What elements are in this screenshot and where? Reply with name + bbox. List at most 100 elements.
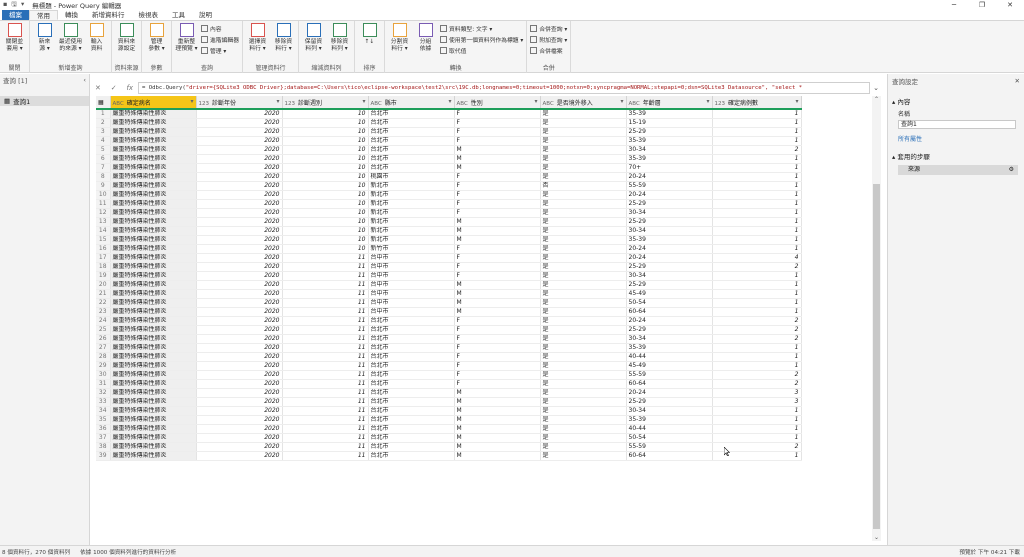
table-row[interactable]: 11 嚴重特殊傳染性肺炎 2020 10 新北市 F 是 25-29 1 <box>96 199 802 209</box>
table-cell[interactable]: 2 <box>712 316 802 326</box>
table-cell[interactable]: 10 <box>282 199 369 209</box>
table-cell[interactable]: 10 <box>282 172 369 182</box>
table-cell[interactable]: 10 <box>282 244 369 254</box>
table-cell[interactable]: F <box>454 262 541 272</box>
table-cell[interactable]: 嚴重特殊傳染性肺炎 <box>110 136 197 146</box>
table-cell[interactable]: 台北市 <box>368 145 455 155</box>
table-cell[interactable]: 4 <box>712 253 802 263</box>
table-cell[interactable]: 嚴重特殊傳染性肺炎 <box>110 433 197 443</box>
table-cell[interactable]: 2020 <box>196 235 283 245</box>
table-cell[interactable]: 20-24 <box>626 316 713 326</box>
table-cell[interactable]: 10 <box>282 145 369 155</box>
table-cell[interactable]: 嚴重特殊傳染性肺炎 <box>110 415 197 425</box>
table-cell[interactable]: 2020 <box>196 307 283 317</box>
table-row[interactable]: 12 嚴重特殊傳染性肺炎 2020 10 新北市 F 是 30-34 1 <box>96 208 802 218</box>
table-cell[interactable]: F <box>454 109 541 119</box>
table-row[interactable]: 27 嚴重特殊傳染性肺炎 2020 11 台北市 F 是 35-39 1 <box>96 343 802 353</box>
table-cell[interactable]: 2020 <box>196 433 283 443</box>
column-type-icon[interactable]: ABC <box>113 101 124 107</box>
applied-step[interactable]: 來源 ⚙ <box>898 165 1018 175</box>
table-cell[interactable]: 2020 <box>196 145 283 155</box>
table-row[interactable]: 5 嚴重特殊傳染性肺炎 2020 10 台北市 M 是 30-34 2 <box>96 145 802 155</box>
tab-home[interactable]: 常用 <box>29 10 58 20</box>
table-cell[interactable]: 嚴重特殊傳染性肺炎 <box>110 388 197 398</box>
table-cell[interactable]: F <box>454 379 541 389</box>
table-cell[interactable]: 20-24 <box>626 190 713 200</box>
table-cell[interactable]: 嚴重特殊傳染性肺炎 <box>110 163 197 173</box>
table-cell[interactable]: 11 <box>282 316 369 326</box>
table-cell[interactable]: 2020 <box>196 370 283 380</box>
table-cell[interactable]: 嚴重特殊傳染性肺炎 <box>110 280 197 290</box>
table-cell[interactable]: 1 <box>712 415 802 425</box>
column-filter-dropdown-icon[interactable]: ▾ <box>448 98 451 105</box>
table-cell[interactable]: 1 <box>712 172 802 182</box>
table-cell[interactable]: 新北市 <box>368 208 455 218</box>
table-row[interactable]: 36 嚴重特殊傳染性肺炎 2020 11 台北市 M 是 40-44 1 <box>96 424 802 434</box>
table-cell[interactable]: 11 <box>282 334 369 344</box>
table-cell[interactable]: 3 <box>712 397 802 407</box>
column-type-icon[interactable]: ABC <box>629 101 640 107</box>
table-cell[interactable]: 11 <box>282 253 369 263</box>
table-cell[interactable]: 是 <box>540 424 627 434</box>
tab-view[interactable]: 檢視表 <box>132 10 166 20</box>
table-cell[interactable]: 15-19 <box>626 118 713 128</box>
table-row[interactable]: 35 嚴重特殊傳染性肺炎 2020 11 台北市 M 是 35-39 1 <box>96 415 802 425</box>
table-cell[interactable]: 嚴重特殊傳染性肺炎 <box>110 451 197 461</box>
table-cell[interactable]: 20-24 <box>626 253 713 263</box>
table-cell[interactable]: 25-29 <box>626 199 713 209</box>
table-cell[interactable]: 11 <box>282 433 369 443</box>
table-cell[interactable]: 嚴重特殊傳染性肺炎 <box>110 397 197 407</box>
table-cell[interactable]: 11 <box>282 379 369 389</box>
table-cell[interactable]: 11 <box>282 271 369 281</box>
column-header[interactable]: ABC 性別 ▾ <box>454 96 541 110</box>
table-cell[interactable]: 70+ <box>626 163 713 173</box>
table-cell[interactable]: 10 <box>282 190 369 200</box>
table-cell[interactable]: 台北市 <box>368 424 455 434</box>
table-cell[interactable]: 台北市 <box>368 154 455 164</box>
table-cell[interactable]: 2020 <box>196 415 283 425</box>
table-cell[interactable]: 是 <box>540 352 627 362</box>
table-cell[interactable]: 2020 <box>196 199 283 209</box>
table-cell[interactable]: 2020 <box>196 127 283 137</box>
table-cell[interactable]: F <box>454 172 541 182</box>
tab-tools[interactable]: 工具 <box>165 10 192 20</box>
table-cell[interactable]: 是 <box>540 415 627 425</box>
table-cell[interactable]: 2020 <box>196 343 283 353</box>
table-cell[interactable]: 1 <box>712 199 802 209</box>
table-cell[interactable]: 嚴重特殊傳染性肺炎 <box>110 181 197 191</box>
table-cell[interactable]: 2020 <box>196 316 283 326</box>
table-cell[interactable]: 25-29 <box>626 217 713 227</box>
table-cell[interactable]: 20-24 <box>626 244 713 254</box>
column-filter-dropdown-icon[interactable]: ▾ <box>795 98 798 105</box>
table-cell[interactable]: 嚴重特殊傳染性肺炎 <box>110 334 197 344</box>
table-cell[interactable]: 台中市 <box>368 298 455 308</box>
table-row[interactable]: 28 嚴重特殊傳染性肺炎 2020 11 台北市 F 是 40-44 1 <box>96 352 802 362</box>
expand-formula-icon[interactable]: ⌄ <box>870 84 882 92</box>
table-cell[interactable]: 1 <box>712 163 802 173</box>
table-cell[interactable]: 30-34 <box>626 208 713 218</box>
table-cell[interactable]: 2020 <box>196 154 283 164</box>
table-cell[interactable]: F <box>454 370 541 380</box>
table-cell[interactable]: 55-59 <box>626 442 713 452</box>
vertical-scrollbar[interactable]: ⌃ ⌄ <box>872 96 881 541</box>
table-cell[interactable]: 1 <box>712 217 802 227</box>
table-cell[interactable]: 台中市 <box>368 307 455 317</box>
table-cell[interactable]: F <box>454 361 541 371</box>
table-cell[interactable]: 台中市 <box>368 271 455 281</box>
table-cell[interactable]: 2020 <box>196 397 283 407</box>
table-cell[interactable]: 25-29 <box>626 280 713 290</box>
table-cell[interactable]: 新北市 <box>368 199 455 209</box>
table-cell[interactable]: 10 <box>282 154 369 164</box>
table-row[interactable]: 29 嚴重特殊傳染性肺炎 2020 11 台北市 F 是 45-49 1 <box>96 361 802 371</box>
table-cell[interactable]: M <box>454 145 541 155</box>
table-cell[interactable]: 嚴重特殊傳染性肺炎 <box>110 307 197 317</box>
table-cell[interactable]: 是 <box>540 109 627 119</box>
table-cell[interactable]: 10 <box>282 118 369 128</box>
table-cell[interactable]: 1 <box>712 298 802 308</box>
table-cell[interactable]: 11 <box>282 424 369 434</box>
table-cell[interactable]: 11 <box>282 406 369 416</box>
table-cell[interactable]: 是 <box>540 244 627 254</box>
table-cell[interactable]: 嚴重特殊傳染性肺炎 <box>110 424 197 434</box>
table-row[interactable]: 9 嚴重特殊傳染性肺炎 2020 10 新北市 F 否 55-59 1 <box>96 181 802 191</box>
restore-button[interactable]: ❐ <box>968 0 996 10</box>
